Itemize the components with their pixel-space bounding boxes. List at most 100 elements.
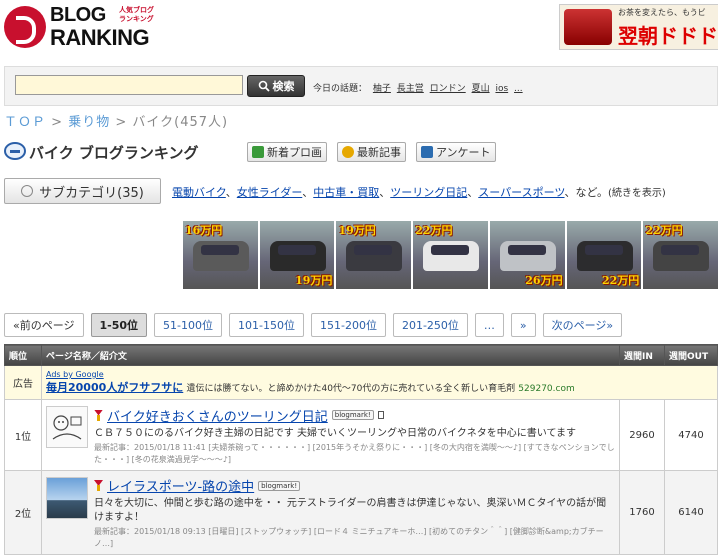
breadcrumb-vehicles[interactable]: 乗り物	[68, 115, 110, 130]
rank-cell: 2位	[4, 470, 42, 555]
car-window	[354, 245, 393, 255]
subcategory-button[interactable]: サブカテゴリ(35)	[4, 178, 161, 204]
subcat-link[interactable]: 女性ライダー	[237, 186, 302, 199]
car-price-bottom: 26万円	[525, 274, 563, 287]
car-price-bottom: 19万円	[295, 274, 333, 287]
search-button[interactable]: 検索	[247, 75, 305, 97]
ad-row: 広告 Ads by Google 毎月20000人がフサフサに 遺伝には勝てない…	[4, 365, 718, 400]
header-ad-banner[interactable]: お茶を変えたら、もうビ 翌朝ドドド	[559, 4, 718, 50]
search-icon	[258, 80, 270, 92]
breadcrumb: ＴＯＰ > 乗り物 > バイク(457人)	[4, 115, 229, 130]
show-more-link[interactable]: (続きを表示)	[608, 188, 666, 199]
tea-can-image	[564, 9, 612, 45]
trophy-icon	[94, 410, 103, 421]
site-logo[interactable]: BLOG 人気ブログ ランキング RANKING	[4, 4, 164, 50]
blog-title-link[interactable]: レイラスポーツ-路の途中	[107, 476, 254, 495]
cartoon-rider-image	[52, 415, 82, 440]
car-ad-tile[interactable]: 22万円	[643, 221, 718, 289]
car-window	[431, 245, 470, 255]
car-price-top: 19万円	[338, 224, 376, 237]
logo-tagline: 人気ブログ ランキング	[119, 6, 154, 23]
survey-button[interactable]: アンケート	[416, 142, 496, 162]
weekly-out: 4740	[664, 399, 718, 471]
page-101-150[interactable]: 101-150位	[229, 313, 304, 337]
car-price-top: 16万円	[185, 224, 223, 237]
car-ad-tile[interactable]: 19万円	[259, 221, 335, 289]
car-window	[584, 245, 623, 255]
page-201-250[interactable]: 201-250位	[392, 313, 468, 337]
camera-icon	[252, 146, 264, 158]
blog-title-link[interactable]: バイク好きおくさんのツーリング日記	[107, 406, 328, 425]
subcat-link[interactable]: 中古車・買取	[313, 186, 379, 199]
topic-link[interactable]: ios	[495, 84, 508, 94]
new-profile-images-button[interactable]: 新着プロ画	[247, 142, 327, 162]
weekly-out: 6140	[664, 470, 718, 555]
ad-url[interactable]: 529270.com	[518, 384, 574, 394]
page-151-200[interactable]: 151-200位	[310, 313, 386, 337]
blogmark-badge[interactable]: blogmark!	[258, 480, 301, 491]
weekly-in: 1760	[619, 470, 665, 555]
car-window	[277, 245, 316, 255]
subcat-link[interactable]: 電動バイク	[172, 186, 226, 199]
ads-by-google-link[interactable]: Ads by Google	[46, 370, 713, 379]
car-price-top: 22万円	[645, 224, 683, 237]
next-page-button[interactable]: 次のページ»	[542, 313, 623, 337]
trophy-icon	[94, 480, 103, 491]
breadcrumb-top[interactable]: ＴＯＰ	[4, 115, 46, 130]
weekly-in: 2960	[619, 399, 665, 471]
header-out: 週間OUT	[664, 344, 718, 366]
car-window	[507, 245, 546, 255]
topic-link[interactable]: 柚子	[373, 84, 391, 94]
subcat-link[interactable]: スーパースポーツ	[478, 186, 564, 199]
document-icon[interactable]	[377, 411, 384, 419]
topic-link[interactable]: 夏山	[472, 84, 490, 94]
rank-cell: 1位	[4, 399, 42, 471]
prev-page-button[interactable]: «前のページ	[4, 313, 84, 337]
ranking-table: 順位 ページ名称／紹介文 週間IN 週間OUT 広告 Ads by Google…	[4, 344, 718, 555]
topic-link[interactable]: 長主営	[397, 84, 424, 94]
car-ad-tile[interactable]: 26万円	[489, 221, 565, 289]
car-ad-tile[interactable]: 19万円	[336, 221, 412, 289]
logo-mark-icon	[4, 6, 46, 48]
topic-link[interactable]: ...	[514, 84, 523, 94]
table-row: 1位 バイク好きおくさんのツーリング日記 blogmark! ＣＢ７５０にのるバ…	[4, 399, 718, 471]
recent-articles[interactable]: 最新記事：2015/01/18 09:13 [日曜日] [ストップウォッチ] […	[94, 526, 615, 550]
title-row: バイク ブログランキング 新着プロ画 最新記事 アンケート	[4, 140, 718, 164]
ad-description: 遺伝には勝てない。と諦めかけた40代〜70代の方に売れている全く新しい育毛剤	[186, 384, 516, 394]
next-arrow-button[interactable]: »	[510, 313, 536, 337]
ad-content[interactable]: Ads by Google 毎月20000人がフサフサに 遺伝には勝てない。と諦…	[41, 365, 718, 400]
car-ad-strip[interactable]: 16万円 19万円 19万円 22万円 26万円 22万円 22万円	[183, 221, 718, 289]
car-ad-tile[interactable]: 22万円	[413, 221, 488, 289]
header-in: 週間IN	[619, 344, 665, 366]
recent-articles[interactable]: 最新記事：2015/01/18 11:41 [夫婦茶碗って・・・・・・] [20…	[94, 442, 615, 466]
latest-articles-button[interactable]: 最新記事	[337, 142, 406, 162]
topic-link[interactable]: ロンドン	[430, 84, 466, 94]
breadcrumb-count: (457人)	[174, 115, 229, 130]
entry-cell: バイク好きおくさんのツーリング日記 blogmark! ＣＢ７５０にのるバイク好…	[41, 399, 620, 471]
subcat-link[interactable]: ツーリング日記	[390, 186, 467, 199]
blog-thumbnail[interactable]	[46, 406, 88, 448]
logo-line1: BLOG	[50, 4, 106, 26]
header-rank: 順位	[4, 344, 42, 366]
logo-line2: RANKING	[50, 25, 150, 50]
car-ad-tile[interactable]: 22万円	[566, 221, 642, 289]
blogmark-badge[interactable]: blogmark!	[331, 410, 374, 420]
page-title: バイク ブログランキング	[29, 144, 199, 162]
page-1-50[interactable]: 1-50位	[90, 313, 148, 337]
ad-line2: 翌朝ドドド	[618, 24, 718, 48]
page-51-100[interactable]: 51-100位	[154, 313, 223, 337]
info-icon	[421, 146, 433, 158]
ad-line1: お茶を変えたら、もうビ	[618, 8, 706, 17]
subcategory-links: 電動バイク、女性ライダー、中古車・買取、ツーリング日記、スーパースポーツ、など。…	[172, 186, 666, 199]
table-header: 順位 ページ名称／紹介文 週間IN 週間OUT	[4, 344, 718, 366]
ad-title-link[interactable]: 毎月20000人がフサフサに	[46, 381, 183, 394]
motorcycle-icon	[4, 142, 26, 160]
header-name: ページ名称／紹介文	[41, 344, 620, 366]
search-input[interactable]	[15, 75, 243, 95]
page-ellipsis[interactable]: …	[474, 313, 504, 337]
pagination: «前のページ 1-50位 51-100位 101-150位 151-200位 2…	[4, 313, 623, 337]
car-ad-tile[interactable]: 16万円	[183, 221, 258, 289]
new-badge-icon	[342, 146, 354, 158]
blog-thumbnail[interactable]	[46, 477, 88, 519]
car-price-bottom: 22万円	[602, 274, 640, 287]
